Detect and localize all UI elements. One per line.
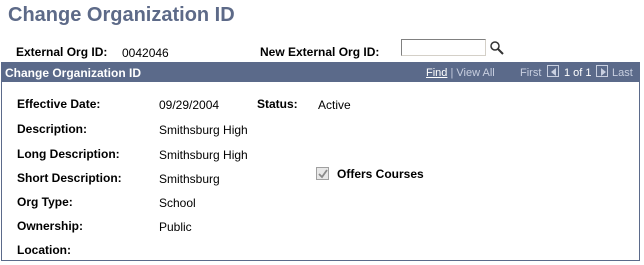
org-type-value: School [159,196,196,210]
next-arrow-icon[interactable] [596,65,608,77]
location-label: Location: [17,243,71,257]
external-org-id-value: 0042046 [122,46,169,60]
effective-date-label: Effective Date: [17,97,101,111]
new-external-org-id-input[interactable] [401,39,486,56]
long-description-label: Long Description: [17,147,120,161]
description-value: Smithsburg High [159,123,248,137]
status-value: Active [318,98,351,112]
nav-separator: | [450,67,454,79]
long-description-value: Smithsburg High [159,148,248,162]
panel-header: Change Organization ID Find | View All F… [2,63,639,82]
short-description-value: Smithsburg [159,172,220,186]
status-label: Status: [257,97,298,111]
find-link[interactable]: Find [426,67,447,79]
offers-courses-checkbox[interactable] [316,167,329,180]
row-position: 1 of 1 [564,67,592,79]
short-description-label: Short Description: [17,171,122,185]
new-external-org-id-label: New External Org ID: [260,45,380,59]
external-org-id-label: External Org ID: [16,45,108,59]
page-title: Change Organization ID [8,4,235,26]
first-label[interactable]: First [520,67,541,79]
effective-date-value: 09/29/2004 [159,98,220,112]
magnifier-icon[interactable] [489,40,505,56]
change-organization-panel: Change Organization ID Find | View All F… [1,62,640,261]
previous-arrow-icon[interactable] [547,65,559,77]
org-type-label: Org Type: [17,195,73,209]
offers-courses-label: Offers Courses [337,167,424,181]
ownership-label: Ownership: [17,219,84,233]
description-label: Description: [17,122,88,136]
last-label[interactable]: Last [612,67,633,79]
panel-title: Change Organization ID [5,66,142,80]
view-all-link[interactable]: View All [456,67,494,79]
ownership-value: Public [159,220,192,234]
